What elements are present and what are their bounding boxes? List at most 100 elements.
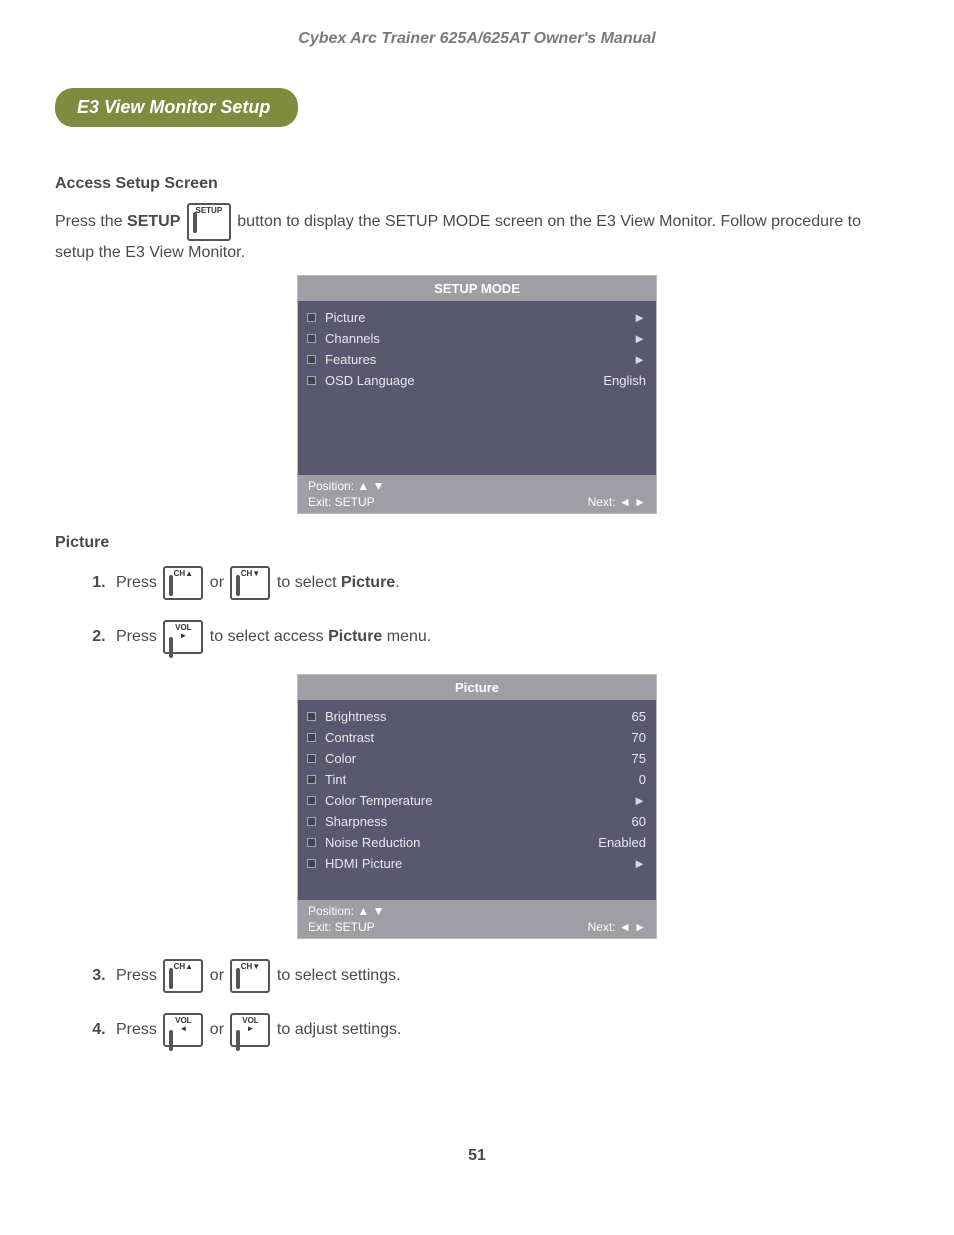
step-3: Press CH▲ or CH▼ to select settings.	[110, 959, 899, 993]
osd-setup-mode: SETUP MODE Picture ► Channels ► Features…	[297, 275, 657, 514]
osd-row: Color 75	[298, 748, 656, 769]
osd-footer-next: Next: ◄ ►	[588, 495, 646, 509]
picture-steps-continued: Press CH▲ or CH▼ to select settings. Pre…	[55, 959, 899, 1047]
osd-label: Features	[325, 352, 633, 367]
osd-picture: Picture Brightness 65 Contrast 70 Color …	[297, 674, 657, 939]
osd-footer-position: Position: ▲ ▼	[308, 904, 384, 918]
text: Press	[116, 1021, 161, 1038]
bullet-icon	[308, 818, 315, 825]
osd-value: ►	[633, 331, 646, 346]
setup-word: SETUP	[127, 213, 180, 230]
vol-right-button-icon: VOL►	[230, 1013, 270, 1047]
osd-row: Tint 0	[298, 769, 656, 790]
osd-value: 75	[632, 751, 646, 766]
text: or	[210, 574, 229, 591]
key-label: VOL►	[236, 1017, 264, 1033]
bullet-icon	[308, 377, 315, 384]
osd-row: OSD Language English	[298, 370, 656, 391]
osd-value: 70	[632, 730, 646, 745]
ch-down-button-icon: CH▼	[230, 959, 270, 993]
osd-footer: Position: ▲ ▼ Exit: SETUP Next: ◄ ►	[298, 475, 656, 513]
key-screen-icon	[193, 212, 197, 233]
osd-row: Noise Reduction Enabled	[298, 832, 656, 853]
key-label: SETUP	[193, 207, 225, 215]
setup-button-icon: SETUP	[187, 203, 231, 241]
osd-row: HDMI Picture ►	[298, 853, 656, 874]
osd-label: Color	[325, 751, 632, 766]
text: to select access	[210, 628, 328, 645]
osd-value: English	[603, 373, 646, 388]
osd-value: ►	[633, 856, 646, 871]
key-label: VOL►	[169, 624, 197, 640]
picture-word: Picture	[328, 628, 382, 645]
osd-label: Sharpness	[325, 814, 632, 829]
osd-value: ►	[633, 310, 646, 325]
osd-value: 65	[632, 709, 646, 724]
osd-row: Contrast 70	[298, 727, 656, 748]
bullet-icon	[308, 776, 315, 783]
osd-footer: Position: ▲ ▼ Exit: SETUP Next: ◄ ►	[298, 900, 656, 938]
bullet-icon	[308, 839, 315, 846]
osd-footer-next: Next: ◄ ►	[588, 920, 646, 934]
osd-body: Picture ► Channels ► Features ► OSD Lang…	[298, 301, 656, 475]
osd-footer-position: Position: ▲ ▼	[308, 479, 384, 493]
key-label: CH▲	[169, 570, 197, 578]
picture-steps: Press CH▲ or CH▼ to select Picture. Pres…	[55, 566, 899, 654]
bullet-icon	[308, 755, 315, 762]
key-screen-icon	[169, 1030, 173, 1051]
key-label: CH▼	[236, 570, 264, 578]
bullet-icon	[308, 797, 315, 804]
osd-row: Brightness 65	[298, 706, 656, 727]
osd-title: Picture	[298, 675, 656, 700]
picture-word: Picture	[341, 574, 395, 591]
ch-up-button-icon: CH▲	[163, 959, 203, 993]
access-heading: Access Setup Screen	[55, 175, 899, 193]
section-heading-lozenge: E3 View Monitor Setup	[55, 88, 298, 127]
osd-value: Enabled	[598, 835, 646, 850]
key-screen-icon	[236, 1030, 240, 1051]
step-4: Press VOL◄ or VOL► to adjust settings.	[110, 1013, 899, 1047]
osd-value: 60	[632, 814, 646, 829]
osd-label: Picture	[325, 310, 633, 325]
key-screen-icon	[169, 637, 173, 658]
step-1: Press CH▲ or CH▼ to select Picture.	[110, 566, 899, 600]
text: Press	[116, 967, 161, 984]
text: to adjust settings.	[277, 1021, 402, 1038]
key-screen-icon	[169, 575, 173, 596]
bullet-icon	[308, 734, 315, 741]
osd-value: ►	[633, 352, 646, 367]
page-number: 51	[55, 1147, 899, 1165]
bullet-icon	[308, 335, 315, 342]
osd-footer-exit: Exit: SETUP	[308, 920, 375, 934]
vol-right-button-icon: VOL►	[163, 620, 203, 654]
text: Press the	[55, 213, 127, 230]
osd-footer-exit: Exit: SETUP	[308, 495, 375, 509]
key-screen-icon	[169, 968, 173, 989]
osd-label: OSD Language	[325, 373, 603, 388]
text: Press	[116, 574, 161, 591]
key-label: CH▲	[169, 963, 197, 971]
ch-down-button-icon: CH▼	[230, 566, 270, 600]
text: to select	[277, 574, 341, 591]
bullet-icon	[308, 356, 315, 363]
osd-label: Tint	[325, 772, 639, 787]
osd-label: Channels	[325, 331, 633, 346]
osd-label: Contrast	[325, 730, 632, 745]
osd-label: Noise Reduction	[325, 835, 598, 850]
text: or	[210, 967, 229, 984]
osd-value: ►	[633, 793, 646, 808]
key-label: CH▼	[236, 963, 264, 971]
osd-value: 0	[639, 772, 646, 787]
osd-row: Channels ►	[298, 328, 656, 349]
text: .	[395, 574, 399, 591]
osd-label: Color Temperature	[325, 793, 633, 808]
text: Press	[116, 628, 161, 645]
osd-row: Picture ►	[298, 307, 656, 328]
osd-title: SETUP MODE	[298, 276, 656, 301]
osd-row: Color Temperature ►	[298, 790, 656, 811]
key-screen-icon	[236, 968, 240, 989]
text: menu.	[387, 628, 431, 645]
key-label: VOL◄	[169, 1017, 197, 1033]
osd-body: Brightness 65 Contrast 70 Color 75 Tint …	[298, 700, 656, 900]
osd-label: HDMI Picture	[325, 856, 633, 871]
